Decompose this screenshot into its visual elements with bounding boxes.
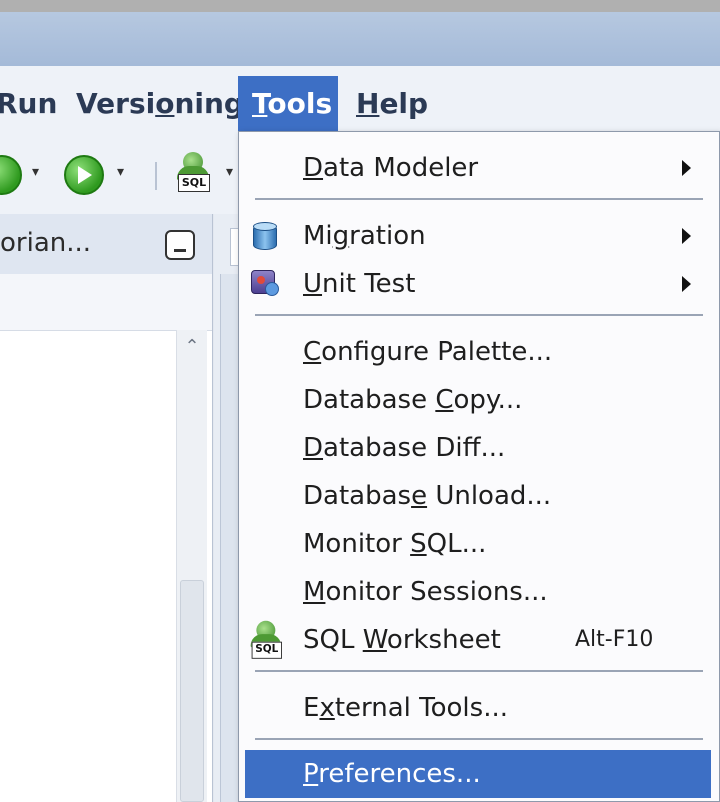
scroll-up-icon[interactable]: ⌃	[181, 336, 203, 358]
sql-worksheet-icon: SQL	[248, 620, 282, 659]
menu-separator	[255, 670, 703, 672]
debug-icon[interactable]	[64, 155, 104, 195]
menu-separator	[255, 314, 703, 316]
menu-item-configure-palette[interactable]: Configure Palette...	[245, 328, 711, 376]
vertical-scrollbar[interactable]: ⌃	[176, 330, 207, 802]
menu-item-database-diff[interactable]: Database Diff...	[245, 424, 711, 472]
database-icon	[249, 220, 281, 252]
shortcut-label: Alt-F10	[575, 627, 654, 652]
panel-header: orian...	[0, 214, 212, 275]
menu-item-migration[interactable]: Migration	[245, 212, 711, 260]
window-top-border	[0, 0, 720, 12]
menu-item-database-copy[interactable]: Database Copy...	[245, 376, 711, 424]
play-arrow-icon	[78, 166, 92, 184]
submenu-arrow-icon	[682, 160, 691, 176]
tools-menu: Data Modeler Migration Unit Test Configu…	[238, 131, 720, 802]
sql-worksheet-icon[interactable]: SQL	[174, 152, 212, 192]
submenu-arrow-icon	[682, 276, 691, 292]
menu-item-database-unload[interactable]: Database Unload...	[245, 472, 711, 520]
menu-item-external-tools[interactable]: External Tools...	[245, 684, 711, 732]
menu-versioning[interactable]: Versioning	[62, 76, 258, 132]
title-bar[interactable]	[0, 12, 720, 67]
menu-run[interactable]: Run	[0, 76, 71, 132]
panel-toolbar	[0, 274, 212, 331]
sql-dropdown-arrow[interactable]: ▾	[226, 164, 233, 180]
debug-dropdown-arrow[interactable]: ▾	[117, 164, 124, 180]
menu-item-unit-test[interactable]: Unit Test	[245, 260, 711, 308]
menu-item-monitor-sessions[interactable]: Monitor Sessions...	[245, 568, 711, 616]
menu-item-data-modeler[interactable]: Data Modeler	[245, 144, 711, 192]
menu-help[interactable]: Help	[342, 76, 442, 132]
menu-item-monitor-sql[interactable]: Monitor SQL...	[245, 520, 711, 568]
panel-title[interactable]: orian...	[0, 228, 91, 258]
scroll-thumb[interactable]	[180, 580, 204, 802]
navigator-panel: orian... ⌃	[0, 214, 213, 802]
unit-test-icon	[249, 268, 281, 300]
minimize-icon[interactable]	[165, 230, 195, 260]
run-dropdown-arrow[interactable]: ▾	[32, 164, 39, 180]
menu-separator	[255, 198, 703, 200]
menu-item-preferences[interactable]: Preferences...	[245, 750, 711, 798]
menu-tools[interactable]: Tools	[238, 76, 338, 132]
toolbar-separator	[155, 162, 157, 190]
menu-separator	[255, 738, 703, 740]
submenu-arrow-icon	[682, 228, 691, 244]
menu-item-sql-worksheet[interactable]: SQL SQL Worksheet Alt-F10	[245, 616, 711, 664]
